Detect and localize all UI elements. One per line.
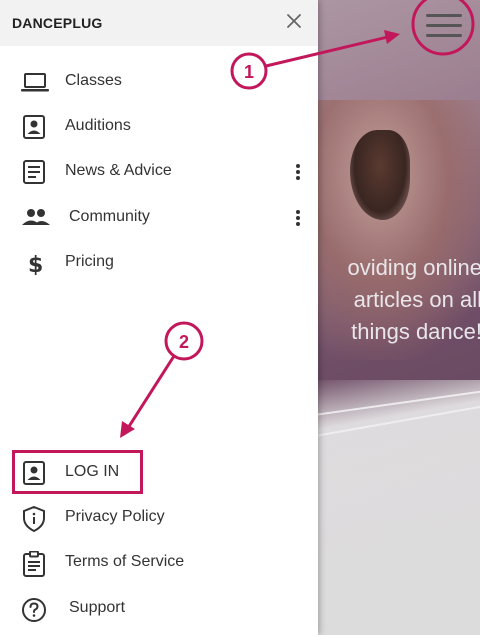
more-vert-icon[interactable] [288,206,308,230]
menu-item-community[interactable]: Community [0,198,318,238]
hero-text-line: oviding online [347,255,480,280]
login-highlight-box [12,450,143,494]
dollar-icon: $ [21,251,47,278]
laptop-icon [21,70,49,94]
hamburger-menu-button[interactable] [414,4,474,48]
menu-item-support[interactable]: Support [0,589,318,629]
hero-wave-decoration [300,380,480,635]
menu-item-label: Privacy Policy [65,508,165,525]
navigation-drawer: DANCEPLUG Classes Auditions News & Advic… [0,0,318,635]
menu-icon [426,24,462,27]
people-icon [21,206,50,230]
hero-text-line: articles on all [353,287,480,312]
svg-text:$: $ [28,253,43,275]
menu-item-auditions[interactable]: Auditions [0,107,318,147]
menu-item-pricing[interactable]: $ Pricing [0,243,318,283]
menu-item-label: Terms of Service [65,553,185,570]
article-icon [21,160,47,184]
more-vert-icon[interactable] [288,160,308,184]
close-button[interactable] [283,10,305,32]
help-circle-icon [21,597,47,622]
close-icon [287,14,301,28]
account-box-icon [21,115,47,139]
menu-item-label: Auditions [65,117,131,134]
menu-icon [426,34,462,37]
shield-icon [21,505,47,533]
menu-icon [426,14,462,17]
menu-item-terms-of-service[interactable]: Terms of Service [0,543,318,583]
menu-item-label: Support [69,599,126,616]
clipboard-icon [21,550,47,577]
menu-item-news-advice[interactable]: News & Advice [0,152,318,192]
menu-item-classes[interactable]: Classes [0,62,318,102]
hero-text-line: things dance! [351,319,480,344]
menu-item-label: Classes [65,72,122,89]
drawer-header: DANCEPLUG [0,0,318,46]
menu-item-label: News & Advice [65,162,172,179]
menu-item-label: Community [69,208,150,225]
hero-text: oviding online articles on all things da… [312,252,480,348]
brand-title: DANCEPLUG [12,15,103,31]
menu-item-privacy-policy[interactable]: Privacy Policy [0,498,318,538]
menu-item-label: Pricing [65,253,114,270]
